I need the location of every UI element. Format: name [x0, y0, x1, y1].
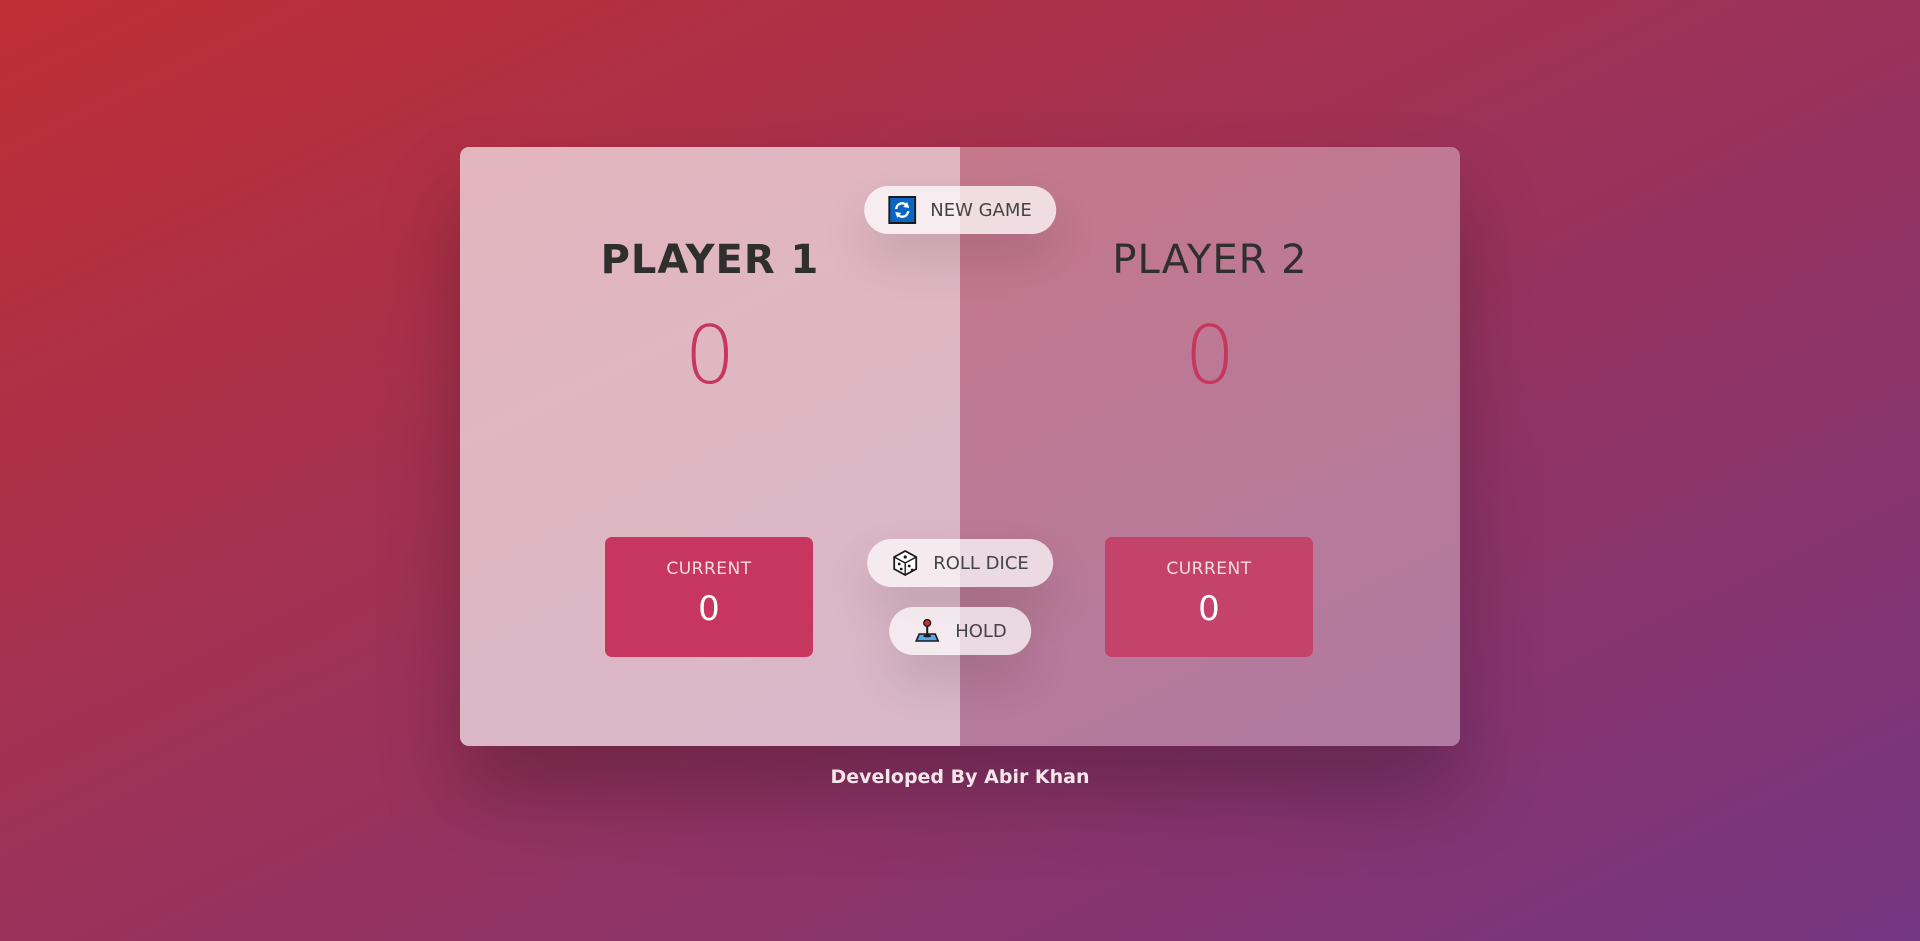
- player-1-current-box: CURRENT 0: [605, 537, 813, 657]
- player-2-panel: PLAYER 2 0 CURRENT 0: [960, 147, 1460, 746]
- new-game-label: NEW GAME: [930, 199, 1032, 221]
- player-2-current-box: CURRENT 0: [1105, 537, 1313, 657]
- game-board: PLAYER 1 0 CURRENT 0 PLAYER 2 0 CURRENT …: [460, 147, 1460, 746]
- player-2-current-score: 0: [1198, 589, 1220, 629]
- player-2-current-label: CURRENT: [1166, 559, 1252, 579]
- hold-label: HOLD: [955, 620, 1007, 642]
- player-2-name: PLAYER 2: [1112, 237, 1308, 283]
- new-game-button[interactable]: NEW GAME: [864, 186, 1056, 234]
- joystick-icon: [913, 617, 941, 645]
- player-1-current-label: CURRENT: [666, 559, 752, 579]
- player-1-name: PLAYER 1: [600, 237, 820, 283]
- dice-icon: [891, 549, 919, 577]
- refresh-icon: [888, 196, 917, 224]
- player-2-score: 0: [1184, 309, 1236, 402]
- player-1-score: 0: [684, 309, 736, 402]
- hold-button[interactable]: HOLD: [889, 607, 1031, 655]
- player-1-panel: PLAYER 1 0 CURRENT 0: [460, 147, 960, 746]
- player-1-current-score: 0: [698, 589, 720, 629]
- roll-dice-button[interactable]: ROLL DICE: [867, 539, 1053, 587]
- footer-credit: Developed By Abir Khan: [830, 766, 1090, 788]
- roll-dice-label: ROLL DICE: [933, 552, 1029, 574]
